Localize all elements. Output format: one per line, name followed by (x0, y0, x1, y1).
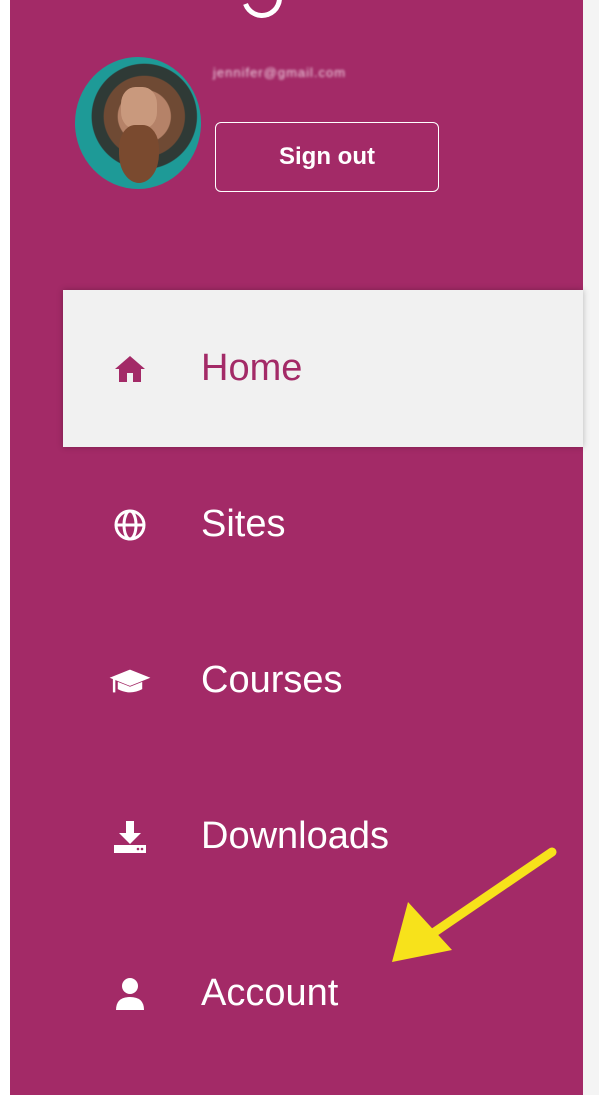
nav-item-home[interactable]: Home (63, 290, 583, 447)
sign-out-button[interactable]: Sign out (215, 122, 439, 192)
avatar (75, 57, 201, 189)
user-email: jennifer@gmail.com (213, 65, 347, 80)
nav-item-label: Courses (201, 659, 343, 701)
logo (235, 0, 289, 25)
nav-item-label: Home (201, 347, 303, 389)
nav-item-label: Downloads (201, 815, 389, 857)
graduation-cap-icon (108, 659, 152, 703)
avatar-beard (119, 125, 159, 183)
home-icon (108, 347, 152, 391)
globe-icon (108, 503, 152, 547)
user-icon (108, 972, 152, 1016)
nav-item-label: Account (201, 972, 339, 1014)
annotation-arrow (392, 847, 557, 962)
nav-item-sites[interactable]: Sites (63, 446, 583, 603)
avatar-face (121, 87, 157, 129)
download-icon (108, 815, 152, 859)
nav-item-label: Sites (201, 503, 286, 545)
nav-item-courses[interactable]: Courses (63, 602, 583, 759)
content-edge (583, 0, 599, 1095)
